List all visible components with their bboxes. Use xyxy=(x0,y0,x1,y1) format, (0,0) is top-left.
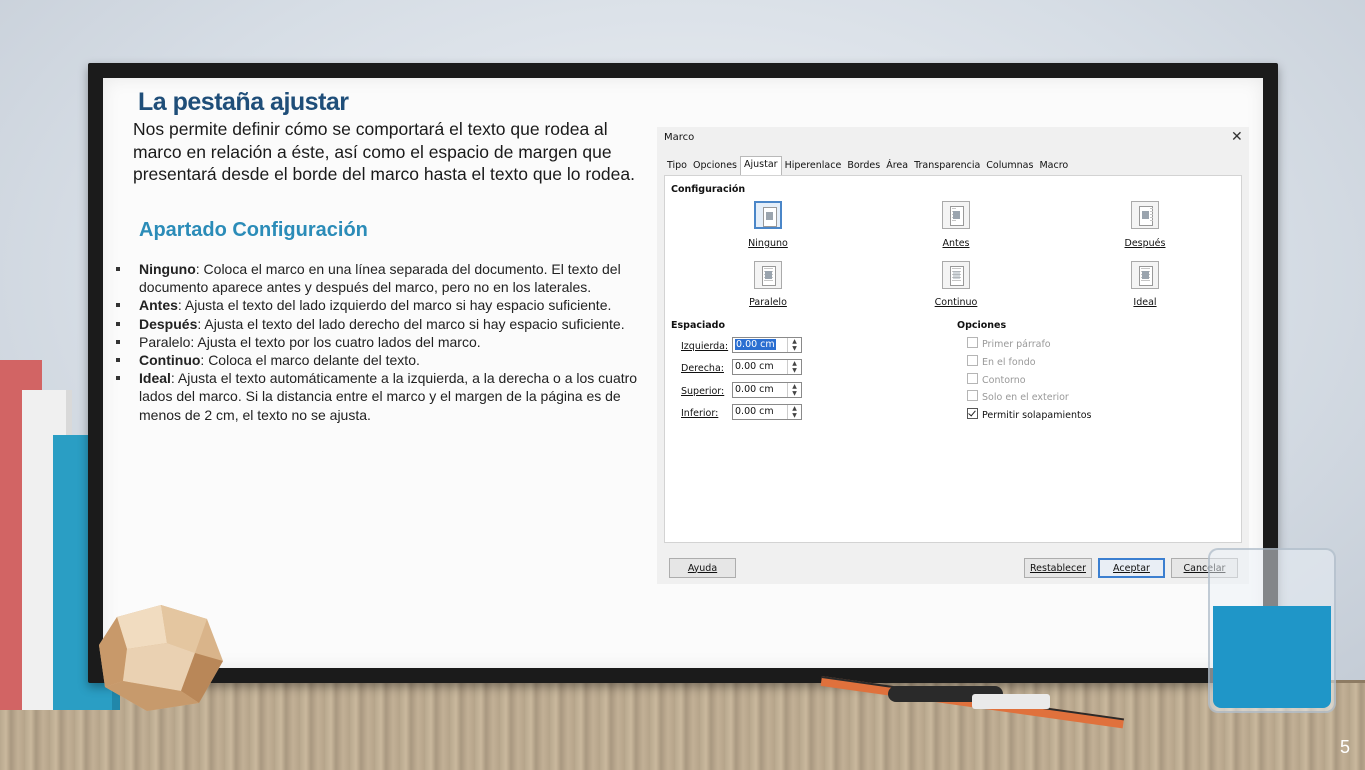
slide-intro: Nos permite definir cómo se comportará e… xyxy=(133,119,635,184)
wrap-parallel-button[interactable] xyxy=(754,261,782,289)
option-label: Solo en el exterior xyxy=(982,392,1069,403)
spacing-right-field[interactable]: 0.00 cm ▲ ▼ xyxy=(732,359,802,375)
frame-glyph xyxy=(765,271,772,279)
bullet-term: Después xyxy=(139,315,198,332)
spacing-left-value: 0.00 cm xyxy=(735,339,776,350)
bullet-text: : Ajusta el texto automáticamente a la i… xyxy=(139,370,638,423)
option-first-paragraph[interactable]: Primer párrafo xyxy=(967,337,1051,350)
bullet-item: Ideal: Ajusta el texto automáticamente a… xyxy=(116,369,651,424)
tab-transparencia[interactable]: Transparencia xyxy=(911,158,983,175)
option-label: Contorno xyxy=(982,375,1026,386)
bullet-text: Paralelo: Ajusta el texto por los cuatro… xyxy=(139,333,481,350)
option-label: Permitir solapamientos xyxy=(982,410,1092,421)
spinner-arrows-icon[interactable]: ▲ ▼ xyxy=(787,383,801,397)
checkbox[interactable] xyxy=(967,355,978,366)
page-number: 5 xyxy=(1340,737,1351,757)
wrap-before-label: Antes xyxy=(942,238,970,249)
spacing-right-value: 0.00 cm xyxy=(735,361,774,372)
config-heading: Configuración xyxy=(671,184,746,195)
bullet-text: : Coloca el marco en una línea separada … xyxy=(139,261,621,296)
bullet-text: : Ajusta el texto del lado derecho del m… xyxy=(197,315,625,332)
spacing-left-field[interactable]: 0.00 cm ▲ ▼ xyxy=(732,337,802,353)
checkbox[interactable] xyxy=(967,337,978,348)
options-heading: Opciones xyxy=(957,320,1007,331)
checkbox-checked[interactable] xyxy=(967,408,978,419)
reset-button[interactable]: Restablecer xyxy=(1024,558,1092,578)
checkbox[interactable] xyxy=(967,373,978,384)
frame-dialog: Marco ✕ Tipo Opciones Ajustar Hiperenlac… xyxy=(657,127,1249,584)
spacing-top-value: 0.00 cm xyxy=(735,384,774,395)
spacing-top-field[interactable]: 0.00 cm ▲ ▼ xyxy=(732,382,802,398)
spacing-heading: Espaciado xyxy=(671,320,725,331)
spacing-bottom-field[interactable]: 0.00 cm ▲ ▼ xyxy=(732,404,802,420)
bullet-item: Ninguno: Coloca el marco en una línea se… xyxy=(116,260,651,296)
spinner-arrows-icon[interactable]: ▲ ▼ xyxy=(787,360,801,374)
section-subtitle: Apartado Configuración xyxy=(139,219,368,241)
frame-glyph xyxy=(953,271,960,279)
lines-glyph xyxy=(1150,208,1153,223)
spacing-right-label: Derecha: xyxy=(681,363,724,374)
tab-bar: Tipo Opciones Ajustar Hiperenlace Bordes… xyxy=(664,156,1071,176)
dialog-title: Marco xyxy=(664,132,695,143)
spacing-left-label: Izquierda: xyxy=(681,341,729,352)
wrap-optimal-label: Ideal xyxy=(1133,297,1157,308)
tab-ajustar[interactable]: Ajustar xyxy=(740,156,782,176)
bullet-item: Continuo: Coloca el marco delante del te… xyxy=(116,351,651,369)
spacing-top-label: Superior: xyxy=(681,386,725,397)
wrap-through-label: Continuo xyxy=(934,297,978,308)
slide-title: La pestaña ajustar xyxy=(138,88,349,116)
tab-bordes[interactable]: Bordes xyxy=(844,158,883,175)
eraser xyxy=(972,694,1050,709)
bullet-item: Después: Ajusta el texto del lado derech… xyxy=(116,315,651,333)
tab-tipo[interactable]: Tipo xyxy=(664,158,690,175)
bullet-text: : Ajusta el texto del lado izquierdo del… xyxy=(177,297,612,314)
option-label: Primer párrafo xyxy=(982,339,1051,350)
spinner-arrows-icon[interactable]: ▲ ▼ xyxy=(787,405,801,419)
wrap-before-button[interactable] xyxy=(942,201,970,229)
option-contour[interactable]: Contorno xyxy=(967,373,1026,386)
bullet-term: Antes xyxy=(139,297,178,314)
glass-jar xyxy=(1208,548,1336,713)
option-label: En el fondo xyxy=(982,357,1036,368)
bullet-term: Ideal xyxy=(139,370,171,387)
bullet-term: Ninguno xyxy=(139,261,196,277)
frame-glyph xyxy=(766,212,773,220)
wrap-optimal-button[interactable] xyxy=(1131,261,1159,289)
tab-columnas[interactable]: Columnas xyxy=(983,158,1036,175)
tab-area[interactable]: Área xyxy=(883,158,911,175)
bullet-term: Continuo xyxy=(139,352,201,369)
option-in-background[interactable]: En el fondo xyxy=(967,355,1036,368)
bullet-list: Ninguno: Coloca el marco en una línea se… xyxy=(116,260,651,424)
jar-water xyxy=(1213,606,1331,708)
frame-glyph xyxy=(1142,271,1149,279)
spacing-bottom-value: 0.00 cm xyxy=(735,406,774,417)
wooden-polyhedron xyxy=(99,605,223,711)
ok-button[interactable]: Aceptar xyxy=(1098,558,1165,578)
option-allow-overlap[interactable]: Permitir solapamientos xyxy=(967,408,1091,421)
spacing-bottom-label: Inferior: xyxy=(681,408,719,419)
tab-hiperenlace[interactable]: Hiperenlace xyxy=(782,158,845,175)
spinner-arrows-icon[interactable]: ▲ ▼ xyxy=(787,338,801,352)
checkbox[interactable] xyxy=(967,390,978,401)
tab-opciones[interactable]: Opciones xyxy=(690,158,740,175)
wrap-after-label: Después xyxy=(1124,238,1166,249)
tab-macro[interactable]: Macro xyxy=(1036,158,1071,175)
bullet-item: Paralelo: Ajusta el texto por los cuatro… xyxy=(116,333,651,351)
wrap-after-button[interactable] xyxy=(1131,201,1159,229)
option-outside-only[interactable]: Solo en el exterior xyxy=(967,390,1069,403)
bullet-item: Antes: Ajusta el texto del lado izquierd… xyxy=(116,296,651,314)
wrap-parallel-label: Paralelo xyxy=(749,297,787,308)
frame-glyph xyxy=(953,211,960,219)
tab-panel: Configuración Ninguno Antes Después Para… xyxy=(664,175,1242,543)
bullet-text: : Coloca el marco delante del texto. xyxy=(200,352,420,369)
wrap-through-button[interactable] xyxy=(942,261,970,289)
wrap-none-button[interactable] xyxy=(754,201,782,229)
help-button[interactable]: Ayuda xyxy=(669,558,736,578)
close-icon[interactable]: ✕ xyxy=(1231,129,1243,145)
wrap-none-label: Ninguno xyxy=(748,238,788,249)
frame-glyph xyxy=(1142,211,1149,219)
